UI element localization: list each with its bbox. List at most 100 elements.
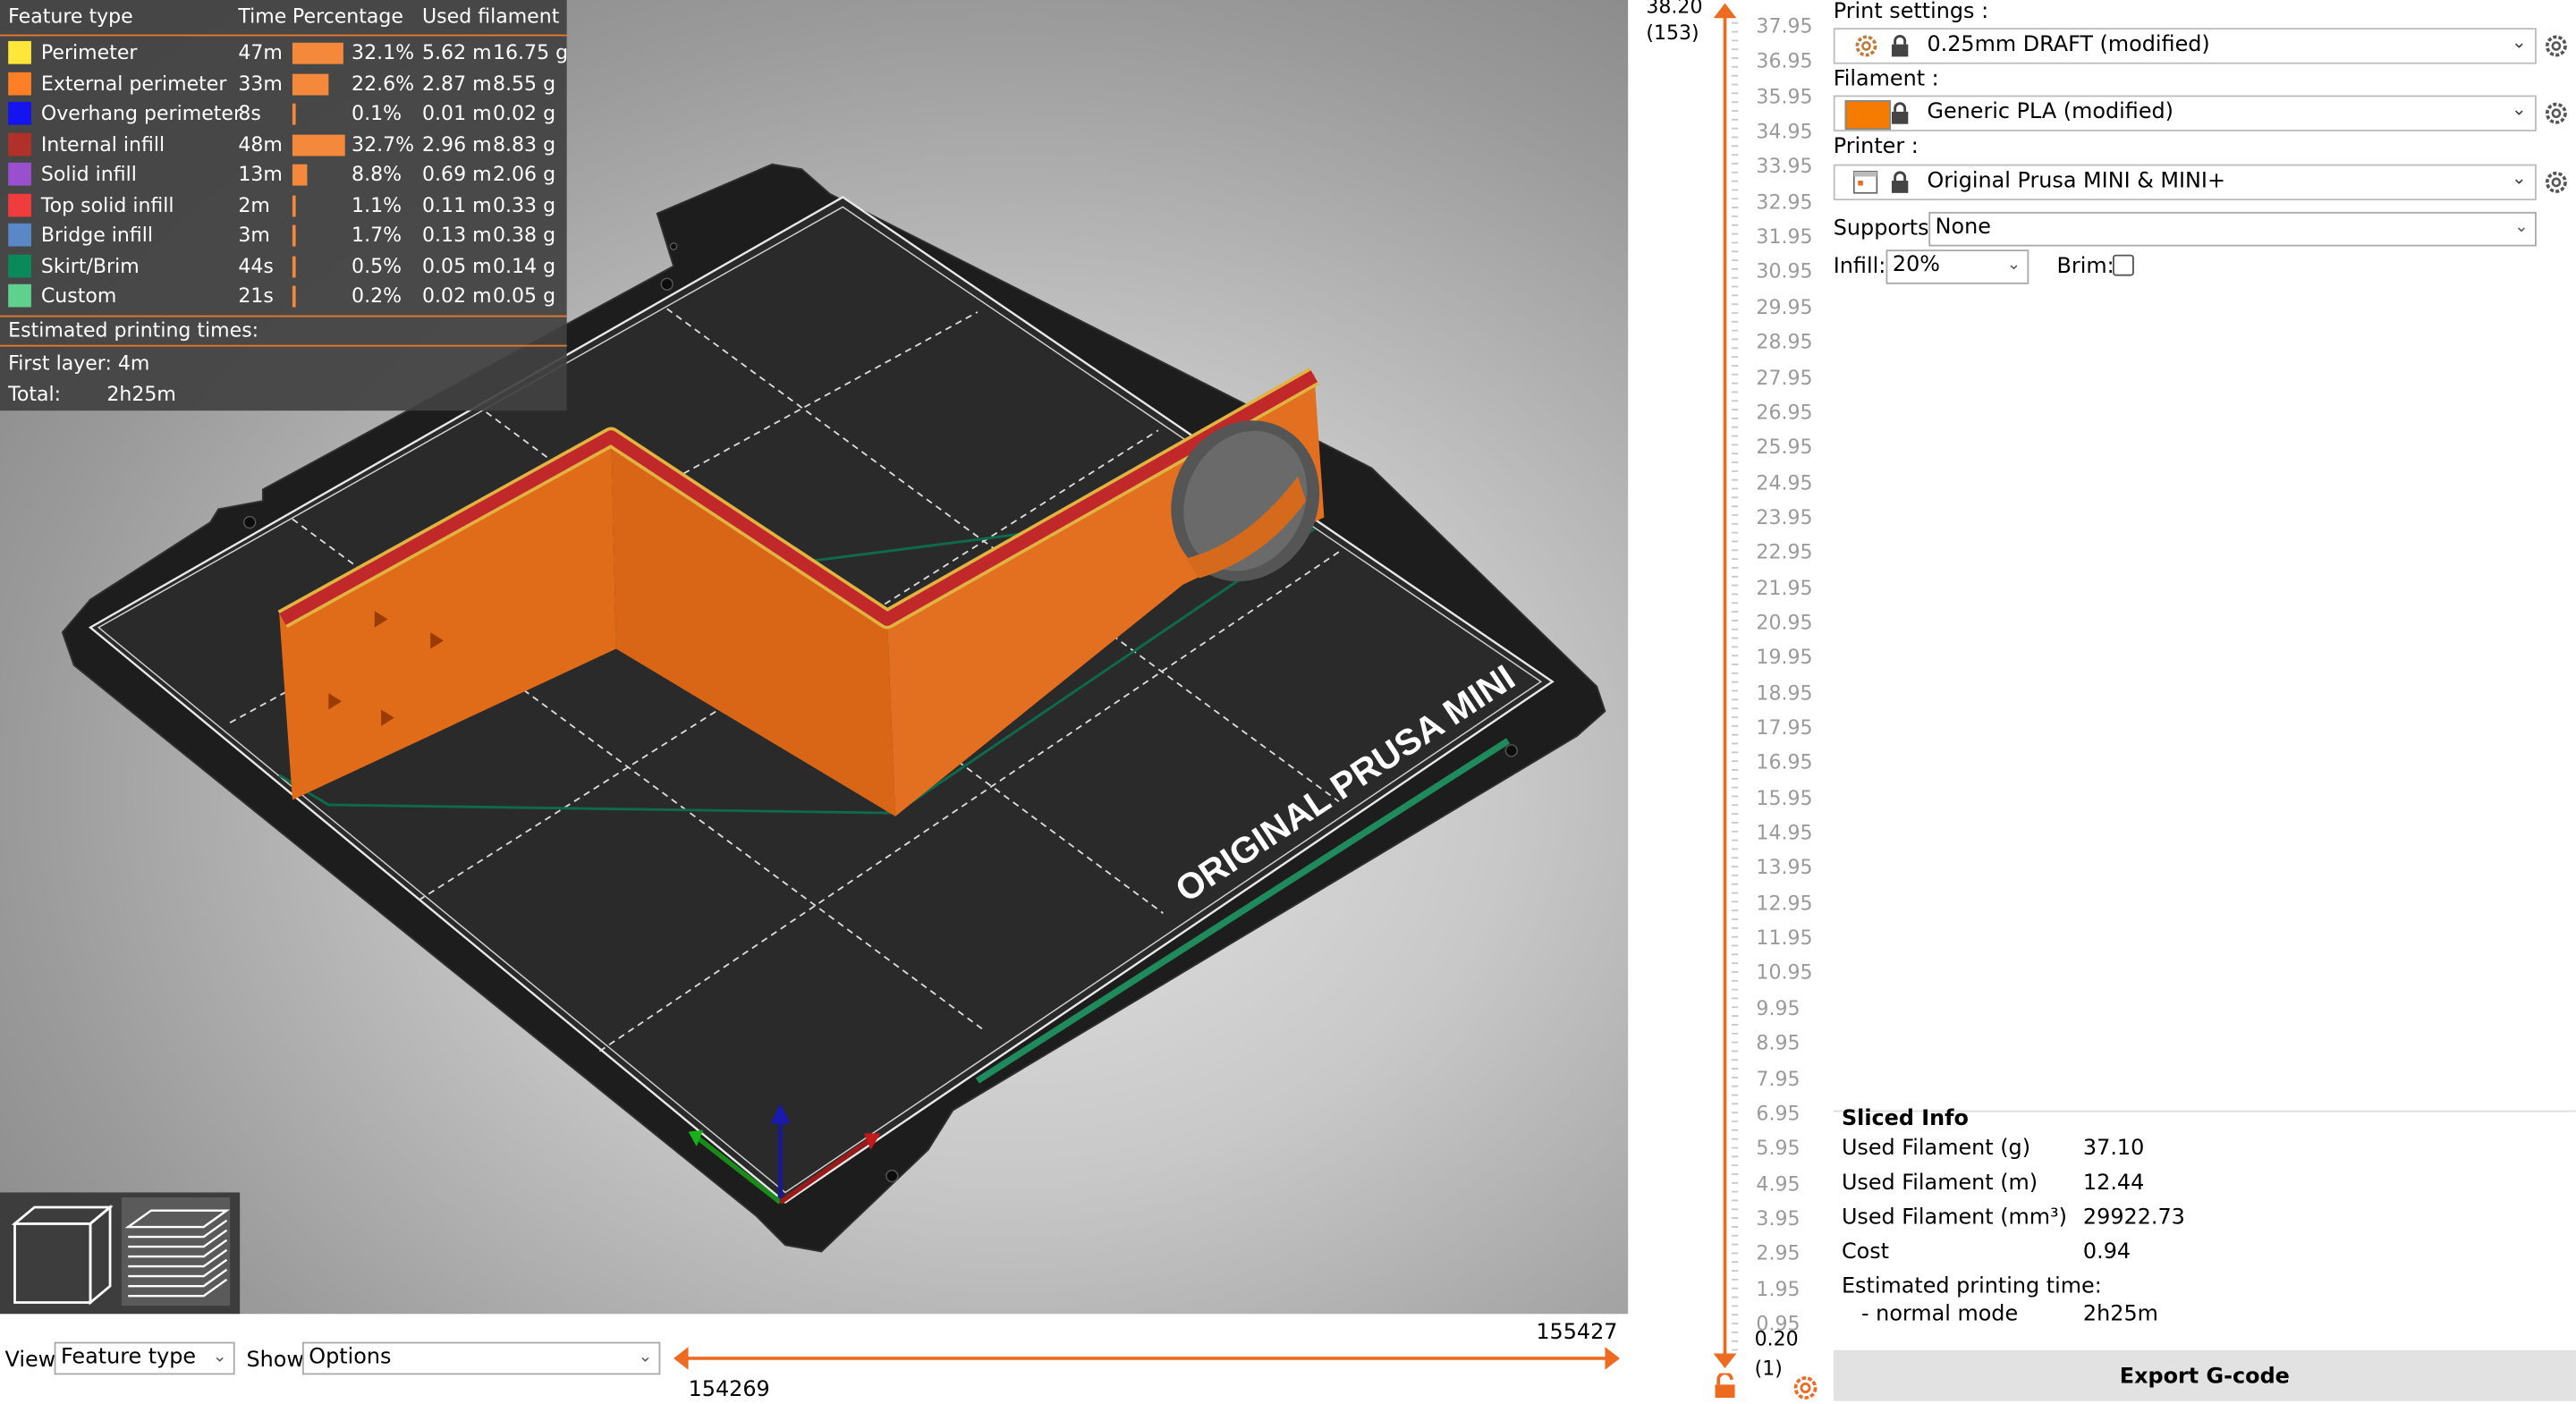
layer-tick-label: 37.95 (1756, 14, 1813, 38)
layer-slider-track[interactable] (1708, 0, 1741, 1401)
legend-first-layer: First layer: 4m (8, 351, 150, 375)
layer-tick-label: 4.95 (1756, 1171, 1801, 1196)
legend-row: Perimeter 47m 32.1% 5.62 m 16.75 g (0, 39, 569, 69)
print-settings-value: 0.25mm DRAFT (modified) (1927, 32, 2210, 58)
slider-left-thumb (674, 1347, 689, 1370)
layer-top-index: (153) (1646, 21, 1699, 45)
print-settings-edit-icon[interactable] (2543, 33, 2569, 59)
infill-select[interactable]: 20% ⌄ (1885, 250, 2029, 284)
sliced-info-panel: Sliced Info Used Filament (g) 37.10 Used F… (1833, 1107, 2576, 1346)
print-settings-label: Print settings : (1833, 0, 1989, 25)
sliced-info-value: 0.94 (2082, 1239, 2131, 1265)
layer-tick-label: 18.95 (1756, 681, 1813, 705)
layer-tick-label: 25.95 (1756, 436, 1813, 459)
layers-icon (124, 1209, 231, 1298)
chevron-down-icon: ⌄ (638, 1348, 653, 1367)
legend-feature-name: Internal infill (40, 131, 165, 156)
legend-color-swatch (8, 283, 31, 308)
legend-percentage: 32.1% (352, 40, 415, 64)
legend-used-m: 0.01 m (422, 101, 492, 125)
sliced-info-label: Used Filament (g) (1841, 1136, 2031, 1162)
3d-view-button[interactable] (5, 1197, 114, 1306)
legend-percentage-bar (292, 133, 345, 156)
legend-total-label: Total: (8, 382, 62, 406)
legend-percentage: 22.6% (352, 71, 415, 95)
cog-icon[interactable] (1792, 1374, 1818, 1400)
normal-mode-value: 2h25m (2082, 1302, 2158, 1328)
layer-tick-label: 35.95 (1756, 84, 1813, 108)
legend-used-g: 2.06 g (493, 162, 556, 186)
chevron-down-icon: ⌄ (2511, 30, 2527, 53)
layer-tick-label: 6.95 (1756, 1102, 1801, 1125)
estimated-time-label: Estimated printing time: (1841, 1274, 2102, 1299)
normal-mode-label: - normal mode (1860, 1302, 2019, 1328)
legend-percentage: 8.8% (352, 162, 402, 186)
brim-label: Brim: (2056, 254, 2114, 280)
layer-tick-label: 23.95 (1756, 505, 1813, 529)
move-end-value: 155427 (1536, 1320, 1618, 1346)
filament-color-swatch (1844, 100, 1892, 131)
printer-edit-icon[interactable] (2543, 169, 2569, 195)
legend-used-g: 8.55 g (493, 71, 556, 95)
layer-tick-label: 12.95 (1756, 891, 1813, 915)
lock-icon (1891, 171, 1909, 193)
layer-tick-label: 28.95 (1756, 330, 1813, 354)
legend-estimated-title: Estimated printing times: (8, 318, 259, 343)
layer-tick-label: 17.95 (1756, 715, 1813, 740)
layer-tick-label: 11.95 (1756, 926, 1813, 950)
legend-percentage: 32.7% (352, 131, 415, 156)
legend-panel: Feature type Time Percentage Used filame… (0, 0, 569, 411)
brim-checkbox[interactable] (2112, 254, 2134, 276)
layer-tick-label: 16.95 (1756, 751, 1813, 774)
legend-feature-name: Custom (40, 283, 117, 308)
view-type-select[interactable]: Feature type ⌄ (54, 1341, 235, 1375)
sliced-info-label: Cost (1841, 1239, 1890, 1265)
layer-slider: 38.20 (153) 37.95 36.95 35.95 34.95 33.95 32.… (1642, 0, 1824, 1401)
chevron-down-icon: ⌄ (213, 1348, 227, 1367)
layer-top-thumb (1713, 3, 1737, 19)
infill-value: 20% (1892, 252, 1940, 278)
lock-icon[interactable] (1714, 1373, 1737, 1399)
legend-percentage-bar (292, 194, 295, 216)
show-options-value: Options (309, 1345, 392, 1370)
export-gcode-button[interactable]: Export G-code (1833, 1349, 2576, 1401)
show-options-select[interactable]: Options ⌄ (301, 1341, 661, 1375)
legend-used-m: 5.62 m (422, 40, 492, 64)
legend-divider (0, 344, 567, 347)
legend-row: Bridge infill 3m 1.7% 0.13 m 0.38 g (0, 222, 567, 251)
horizontal-move-slider[interactable] (670, 1343, 1623, 1376)
printer-select[interactable]: Original Prusa MINI & MINI+ ⌄ (1833, 164, 2537, 201)
legend-used-g: 16.75 g (493, 40, 569, 64)
legend-row: Top solid infill 2m 1.1% 0.11 m 0.33 g (0, 191, 567, 221)
preview-button[interactable] (121, 1197, 231, 1307)
view-label: View (4, 1348, 56, 1374)
filament-label: Filament : (1833, 67, 1939, 92)
view-type-value: Feature type (60, 1345, 197, 1370)
chevron-down-icon: ⌄ (2006, 256, 2021, 275)
legend-row: Internal infill 48m 32.7% 2.96 m 8.83 g (0, 131, 567, 160)
legend-percentage-bar (292, 72, 329, 95)
legend-time: 3m (238, 223, 270, 247)
move-start-value: 154269 (688, 1377, 770, 1403)
filament-edit-icon[interactable] (2543, 100, 2569, 126)
filament-select[interactable]: Generic PLA (modified) ⌄ (1833, 95, 2537, 131)
legend-time: 13m (238, 162, 283, 186)
layer-tick-label: 1.95 (1756, 1277, 1801, 1300)
layer-tick-label: 27.95 (1756, 365, 1813, 389)
3d-viewport[interactable]: ORIGINAL PRUSA MINI Feature type Time Pe… (0, 0, 1629, 1315)
legend-used-g: 0.38 g (493, 223, 556, 247)
layer-tick-label: 36.95 (1756, 49, 1813, 73)
legend-header-time: Time (238, 4, 287, 29)
print-settings-select[interactable]: 0.25mm DRAFT (modified) ⌄ (1833, 28, 2537, 64)
supports-select[interactable]: None ⌄ (1928, 211, 2537, 247)
layer-tick-label: 8.95 (1756, 1031, 1801, 1055)
settings-panel: Print settings : 0.25mm DRAFT (modified)… (1826, 0, 2576, 1401)
supports-value: None (1935, 215, 1991, 241)
legend-feature-name: Overhang perimeter (40, 101, 242, 125)
layer-tick-label: 19.95 (1756, 646, 1813, 670)
legend-used-m: 0.05 m (422, 253, 492, 277)
sliced-info-value: 37.10 (2082, 1136, 2145, 1162)
legend-time: 47m (238, 40, 283, 64)
legend-time: 44s (238, 253, 274, 277)
layer-tick-label: 13.95 (1756, 856, 1813, 880)
